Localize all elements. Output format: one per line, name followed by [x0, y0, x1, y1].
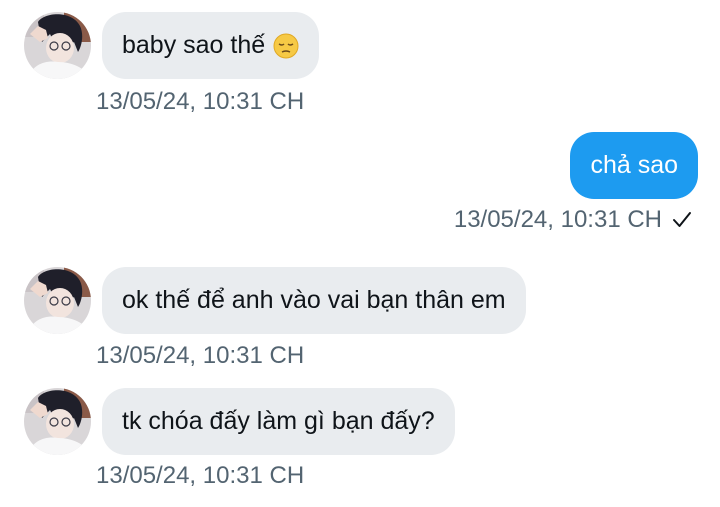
outgoing-meta: 13/05/24, 10:31 CH [454, 206, 692, 234]
message-timestamp: 13/05/24, 10:31 CH [96, 342, 305, 369]
check-icon [672, 211, 692, 229]
pensive-face-emoji-icon [273, 33, 299, 59]
avatar[interactable] [24, 267, 91, 334]
message-bubble-incoming[interactable]: baby sao thế [102, 12, 320, 79]
message-timestamp: 13/05/24, 10:31 CH [453, 206, 662, 233]
message-text: baby sao thế [122, 31, 266, 59]
avatar-image [24, 12, 91, 79]
message-text: ok thế để anh vào vai bạn thân em [122, 286, 506, 314]
message-bubble-incoming[interactable]: tk chóa đấy làm gì bạn đấy? [102, 388, 455, 455]
avatar[interactable] [24, 12, 91, 79]
message-text: chả sao [590, 151, 678, 179]
message-text: tk chóa đấy làm gì bạn đấy? [122, 407, 435, 435]
avatar-image [24, 388, 91, 455]
message-bubble-outgoing[interactable]: chả sao [570, 132, 698, 199]
avatar[interactable] [24, 388, 91, 455]
message-bubble-incoming[interactable]: ok thế để anh vào vai bạn thân em [102, 267, 526, 334]
avatar-image [24, 267, 91, 334]
message-timestamp: 13/05/24, 10:31 CH [96, 462, 305, 489]
message-timestamp: 13/05/24, 10:31 CH [96, 88, 305, 115]
